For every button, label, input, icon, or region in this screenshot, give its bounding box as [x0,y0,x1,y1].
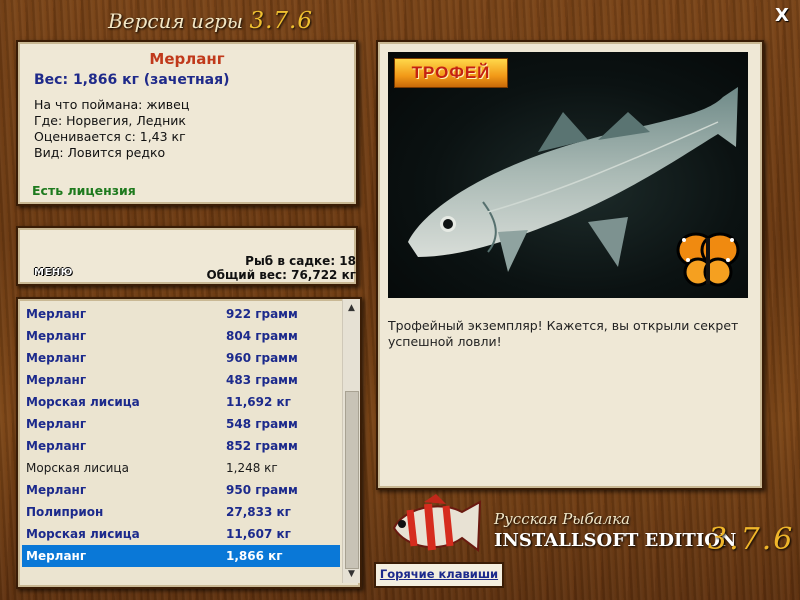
fish-list-row[interactable]: Мерланг 922 грамм [22,303,340,325]
fish-picture-panel: ТРОФЕЙ Трофейный экземпляр! Кажется, вы … [376,40,764,490]
menu-button[interactable]: МЕНЮ [34,267,73,278]
brand-block: Русская Рыбалка INSTALLSOFT EDITION 3.7.… [492,508,792,568]
logo-fish-icon [392,494,482,552]
fish-list-weight: 1,248 кг [226,461,278,475]
fish-count: Рыб в садке: 18 [245,254,356,268]
fish-list-panel: Мерланг 922 грамм Мерланг 804 грамм Мерланг 9… [16,297,362,589]
title-text: Версия игры [108,9,244,33]
fish-list-row[interactable]: Полиприон 27,833 кг [22,501,340,523]
hotkeys-link[interactable]: Горячие клавиши [374,562,504,588]
butterfly-icon [676,232,740,287]
total-weight: Общий вес: 76,722 кг [206,268,356,282]
scroll-down-icon[interactable]: ▼ [343,566,360,582]
fish-list-name: Мерланг [26,307,87,321]
fish-list-name: Мерланг [26,439,87,453]
fish-weight: Вес: 1,866 кг (зачетная) [34,72,230,88]
close-icon[interactable]: X [772,6,792,26]
bait-info: На что поймана: живец [34,97,190,112]
brand-edition: INSTALLSOFT EDITION [494,530,737,551]
fish-list-row[interactable]: Морская лисица 11,692 кг [22,391,340,413]
fish-list-name: Мерланг [26,417,87,431]
fish-list-row[interactable]: Морская лисица 11,607 кг [22,523,340,545]
fish-list-name: Морская лисица [26,527,140,541]
fish-list-row[interactable]: Мерланг 483 грамм [22,369,340,391]
fish-list-name: Мерланг [26,483,87,497]
title-version: 3.7.6 [249,8,313,34]
fish-list-name: Мерланг [26,329,87,343]
fish-list-weight: 483 грамм [226,373,298,387]
fish-photo: ТРОФЕЙ [388,52,748,298]
fish-list-weight: 27,833 кг [226,505,291,519]
fish-list-weight: 950 грамм [226,483,298,497]
fish-list-row[interactable]: Мерланг 852 грамм [22,435,340,457]
fish-list-row[interactable]: Мерланг 548 грамм [22,413,340,435]
license-status: Есть лицензия [32,183,136,198]
fish-list-weight: 852 грамм [226,439,298,453]
fish-list-weight: 1,866 кг [226,549,283,563]
fish-list-name: Мерланг [26,373,87,387]
fish-list: Мерланг 922 грамм Мерланг 804 грамм Мерланг 9… [22,303,340,567]
fish-list-row[interactable]: Мерланг 804 грамм [22,325,340,347]
cage-summary-panel: МЕНЮ Рыб в садке: 18 Общий вес: 76,722 к… [16,226,358,286]
fish-list-weight: 922 грамм [226,307,298,321]
fish-list-row[interactable]: Мерланг 950 грамм [22,479,340,501]
catch-description: Трофейный экземпляр! Кажется, вы открыли… [388,318,739,349]
fish-list-weight: 11,607 кг [226,527,291,541]
scroll-thumb[interactable] [345,391,359,569]
scroll-up-icon[interactable]: ▲ [343,300,360,316]
fish-list-name: Мерланг [26,351,87,365]
catch-info-panel: Мерланг Вес: 1,866 кг (зачетная) На что … [16,40,358,206]
fish-name: Мерланг [149,50,225,68]
fish-list-name: Полиприон [26,505,104,519]
location-info: Где: Норвегия, Ледник [34,113,186,128]
fish-list-name: Морская лисица [26,395,140,409]
brand-subtitle: Русская Рыбалка [494,510,631,528]
list-scrollbar[interactable]: ▲ ▼ [342,299,360,583]
window-title: Версия игры 3.7.6 [108,8,368,38]
fish-list-weight: 960 грамм [226,351,298,365]
fish-list-weight: 548 грамм [226,417,298,431]
rated-info: Оценивается с: 1,43 кг [34,129,186,144]
fish-list-row[interactable]: Мерланг 960 грамм [22,347,340,369]
fish-list-row[interactable]: Морская лисица 1,248 кг [22,457,340,479]
fish-list-row[interactable]: Мерланг 1,866 кг [22,545,340,567]
rarity-info: Вид: Ловится редко [34,145,166,160]
fish-list-name: Мерланг [26,549,87,563]
trophy-badge: ТРОФЕЙ [394,58,508,88]
fish-list-weight: 804 грамм [226,329,298,343]
fish-list-name: Морская лисица [26,461,129,475]
brand-version: 3.7.6 [708,522,795,557]
fish-list-weight: 11,692 кг [226,395,291,409]
